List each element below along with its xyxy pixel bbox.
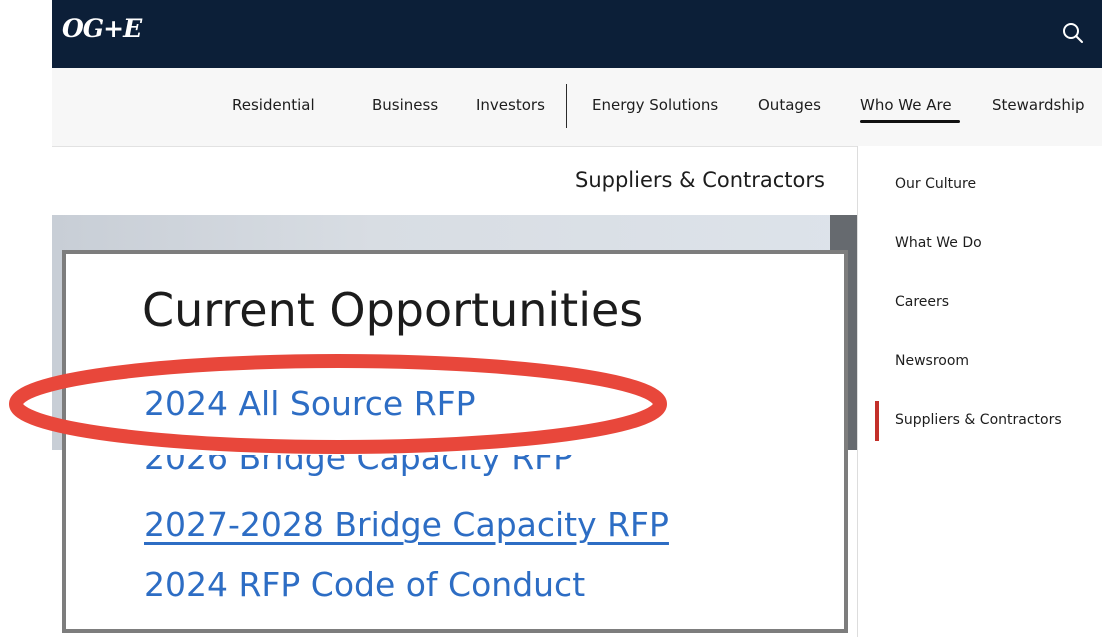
top-header-bar: OG+E [52,0,1102,68]
link-2024-all-source-rfp[interactable]: 2024 All Source RFP [144,384,476,423]
dropdown-item-suppliers-contractors[interactable]: Suppliers & Contractors [895,412,1062,428]
nav-item-stewardship[interactable]: Stewardship [992,96,1085,114]
link-2026-bridge-capacity-rfp-text: 2026 Bridge Capacity RFP [144,455,574,477]
main-navigation: Residential Business Investors Energy So… [52,68,1102,147]
nav-divider [566,84,567,128]
nav-item-energy-solutions[interactable]: Energy Solutions [592,96,718,114]
oge-logo[interactable]: OG+E [62,14,142,43]
search-icon[interactable] [1061,21,1085,45]
dropdown-item-careers[interactable]: Careers [895,294,949,310]
dropdown-item-newsroom[interactable]: Newsroom [895,353,969,369]
nav-item-residential[interactable]: Residential [232,96,315,114]
who-we-are-dropdown: Our Culture What We Do Careers Newsroom … [857,146,1102,637]
nav-item-outages[interactable]: Outages [758,96,821,114]
active-nav-underline [860,120,960,123]
opportunities-title: Current Opportunities [142,283,644,337]
link-2027-2028-bridge-capacity-rfp[interactable]: 2027-2028 Bridge Capacity RFP [144,505,669,544]
dropdown-active-indicator [875,401,879,441]
nav-item-business[interactable]: Business [372,96,438,114]
nav-item-who-we-are[interactable]: Who We Are [860,96,952,114]
page-title: Suppliers & Contractors [575,168,825,192]
dropdown-item-what-we-do[interactable]: What We Do [895,235,982,251]
link-2024-rfp-code-of-conduct[interactable]: 2024 RFP Code of Conduct [144,565,585,604]
nav-item-investors[interactable]: Investors [476,96,545,114]
link-2026-bridge-capacity-rfp[interactable]: 2026 Bridge Capacity RFP [144,455,573,483]
dropdown-item-our-culture[interactable]: Our Culture [895,176,976,192]
